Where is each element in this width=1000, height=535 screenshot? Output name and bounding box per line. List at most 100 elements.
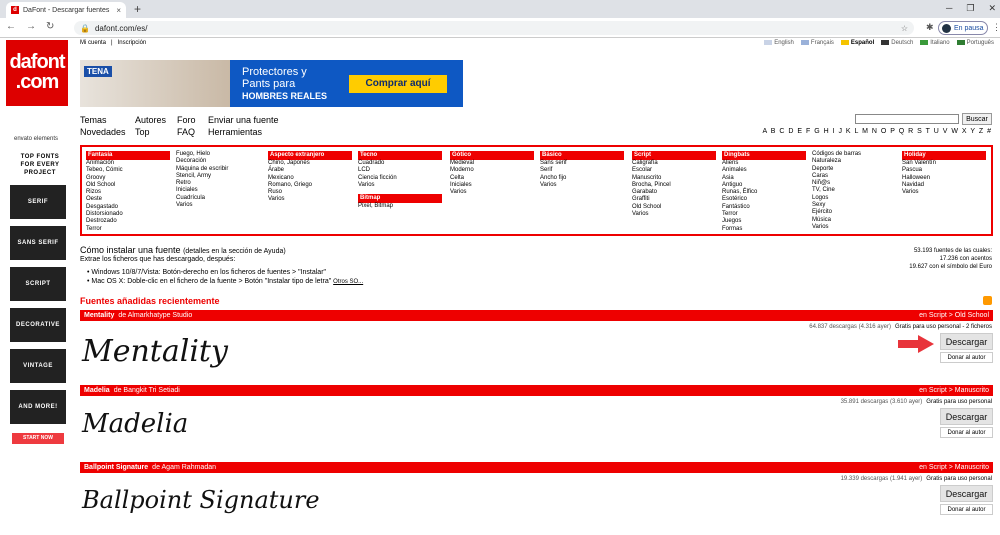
category-item[interactable]: Caras (812, 173, 896, 180)
category-item[interactable]: Varios (176, 202, 260, 209)
category-item[interactable]: Halloween (902, 175, 986, 182)
font-category-link[interactable]: en Script > Manuscrito (919, 462, 989, 473)
category-item[interactable]: Varios (632, 211, 716, 218)
category-item[interactable]: Ciencia ficción (358, 175, 442, 182)
download-button[interactable]: Descargar (940, 408, 993, 425)
category-item[interactable]: Escolar (632, 167, 716, 174)
category-item[interactable]: Celta (450, 175, 534, 182)
search-input[interactable] (855, 114, 959, 124)
category-item[interactable]: Varios (268, 196, 352, 203)
ad-cta-button[interactable]: Comprar aquí (349, 74, 447, 93)
category-item[interactable]: Máquina de escribir (176, 166, 260, 173)
font-author-link[interactable]: de Bangkit Tri Setiadi (114, 387, 180, 394)
category-item[interactable]: TV, Cine (812, 187, 896, 194)
download-button[interactable]: Descargar (940, 485, 993, 502)
font-preview[interactable]: Ballpoint Signature (82, 486, 320, 514)
language-link[interactable]: Italiano (920, 40, 950, 46)
language-link[interactable]: Português (956, 40, 994, 46)
dafont-logo[interactable]: dafont .com (6, 40, 68, 106)
category-item[interactable]: Serif (540, 167, 624, 174)
category-item[interactable]: Música (812, 217, 896, 224)
category-item[interactable]: Runas, Élfico (722, 189, 806, 196)
category-item[interactable]: Fantástico (722, 204, 806, 211)
close-window-icon[interactable]: ✕ (988, 3, 996, 14)
menu-link[interactable]: Top (135, 126, 150, 139)
category-item[interactable]: Aliens (722, 160, 806, 167)
category-header[interactable]: Básico (540, 151, 624, 160)
category-item[interactable]: Varios (902, 189, 986, 196)
alphabet-index[interactable]: A B C D E F G H I J K L M N O P Q R S T … (763, 128, 992, 135)
close-tab-icon[interactable]: × (116, 6, 121, 15)
donate-button[interactable]: Donar al autor (940, 504, 993, 515)
category-item[interactable]: Mexicano (268, 175, 352, 182)
menu-link[interactable]: FAQ (177, 126, 195, 139)
font-author-link[interactable]: de Almarkhatype Studio (118, 312, 192, 319)
font-category-link[interactable]: en Script > Old School (919, 310, 989, 321)
category-item[interactable]: Ancho fijo (540, 175, 624, 182)
extensions-icon[interactable]: ✱ (926, 22, 934, 33)
maximize-icon[interactable]: ❐ (966, 3, 974, 14)
menu-link[interactable]: Herramientas (208, 126, 262, 139)
category-item[interactable]: Pixel, Bitmap (358, 203, 442, 210)
minimize-icon[interactable]: ─ (946, 3, 952, 14)
category-item[interactable]: Graffiti (632, 196, 716, 203)
category-item[interactable]: Oeste (86, 196, 170, 203)
donate-button[interactable]: Donar al autor (940, 352, 993, 363)
category-item[interactable]: Old School (86, 182, 170, 189)
back-icon[interactable]: ← (6, 21, 16, 32)
category-item[interactable]: Navidad (902, 182, 986, 189)
category-item[interactable]: Pascua (902, 167, 986, 174)
donate-button[interactable]: Donar al autor (940, 427, 993, 438)
category-item[interactable]: Sexy (812, 202, 896, 209)
browser-tab[interactable]: d DaFont - Descargar fuentes × (6, 2, 126, 18)
category-item[interactable]: Esotérico (722, 196, 806, 203)
category-item[interactable]: Deporte (812, 166, 896, 173)
category-item[interactable]: Retro (176, 180, 260, 187)
font-author-link[interactable]: de Agam Rahmadan (152, 464, 216, 471)
category-item[interactable]: Fuego, Hielo (176, 151, 260, 158)
category-item[interactable]: Animación (86, 160, 170, 167)
envato-start-button[interactable]: START NOW (12, 433, 64, 444)
category-item[interactable]: Distorsionado (86, 211, 170, 218)
category-item[interactable]: Moderno (450, 167, 534, 174)
category-header[interactable]: Gótico (450, 151, 534, 160)
envato-tile[interactable]: SERIF (10, 185, 66, 219)
ad-banner[interactable]: TENA Protectores y Pants para HOMBRES RE… (80, 60, 463, 107)
category-header[interactable]: Aspecto extranjero (268, 151, 352, 160)
language-link[interactable]: English (764, 40, 794, 46)
category-item[interactable]: Iniciales (176, 187, 260, 194)
font-category-link[interactable]: en Script > Manuscrito (919, 385, 989, 396)
forward-icon[interactable]: → (26, 21, 36, 32)
category-item[interactable]: Cuadrado (358, 160, 442, 167)
category-header[interactable]: Tecno (358, 151, 442, 160)
my-account-link[interactable]: Mi cuenta (80, 40, 106, 46)
category-item[interactable]: Groovy (86, 175, 170, 182)
bookmark-star-icon[interactable]: ☆ (901, 24, 908, 33)
category-item[interactable]: Varios (812, 224, 896, 231)
category-item[interactable]: Códigos de barras (812, 151, 896, 158)
category-item[interactable]: Romano, Griego (268, 182, 352, 189)
font-preview[interactable]: Mentality (82, 334, 228, 369)
font-name-link[interactable]: Ballpoint Signature (84, 464, 148, 471)
signup-link[interactable]: Inscripción (118, 40, 147, 46)
category-item[interactable]: Desgastado (86, 204, 170, 211)
rss-icon[interactable] (983, 296, 992, 305)
profile-button[interactable]: En pausa (938, 21, 988, 35)
reload-icon[interactable]: ↻ (46, 21, 54, 32)
category-item[interactable]: Árabe (268, 167, 352, 174)
category-item[interactable]: Sans serif (540, 160, 624, 167)
category-item[interactable]: Rizos (86, 189, 170, 196)
category-item[interactable]: Medieval (450, 160, 534, 167)
new-tab-icon[interactable]: + (134, 2, 141, 16)
category-item[interactable]: Niñ@s (812, 180, 896, 187)
category-item[interactable]: Ruso (268, 189, 352, 196)
other-os-link[interactable]: Otros SO... (333, 279, 363, 285)
category-item[interactable]: LCD (358, 167, 442, 174)
menu-link[interactable]: Novedades (80, 126, 126, 139)
download-button[interactable]: Descargar (940, 333, 993, 350)
category-item[interactable]: Terror (722, 211, 806, 218)
envato-tile[interactable]: SCRIPT (10, 267, 66, 301)
category-item[interactable]: Formas (722, 226, 806, 233)
category-header[interactable]: Script (632, 151, 716, 160)
envato-tile[interactable]: AND MORE! (10, 390, 66, 424)
